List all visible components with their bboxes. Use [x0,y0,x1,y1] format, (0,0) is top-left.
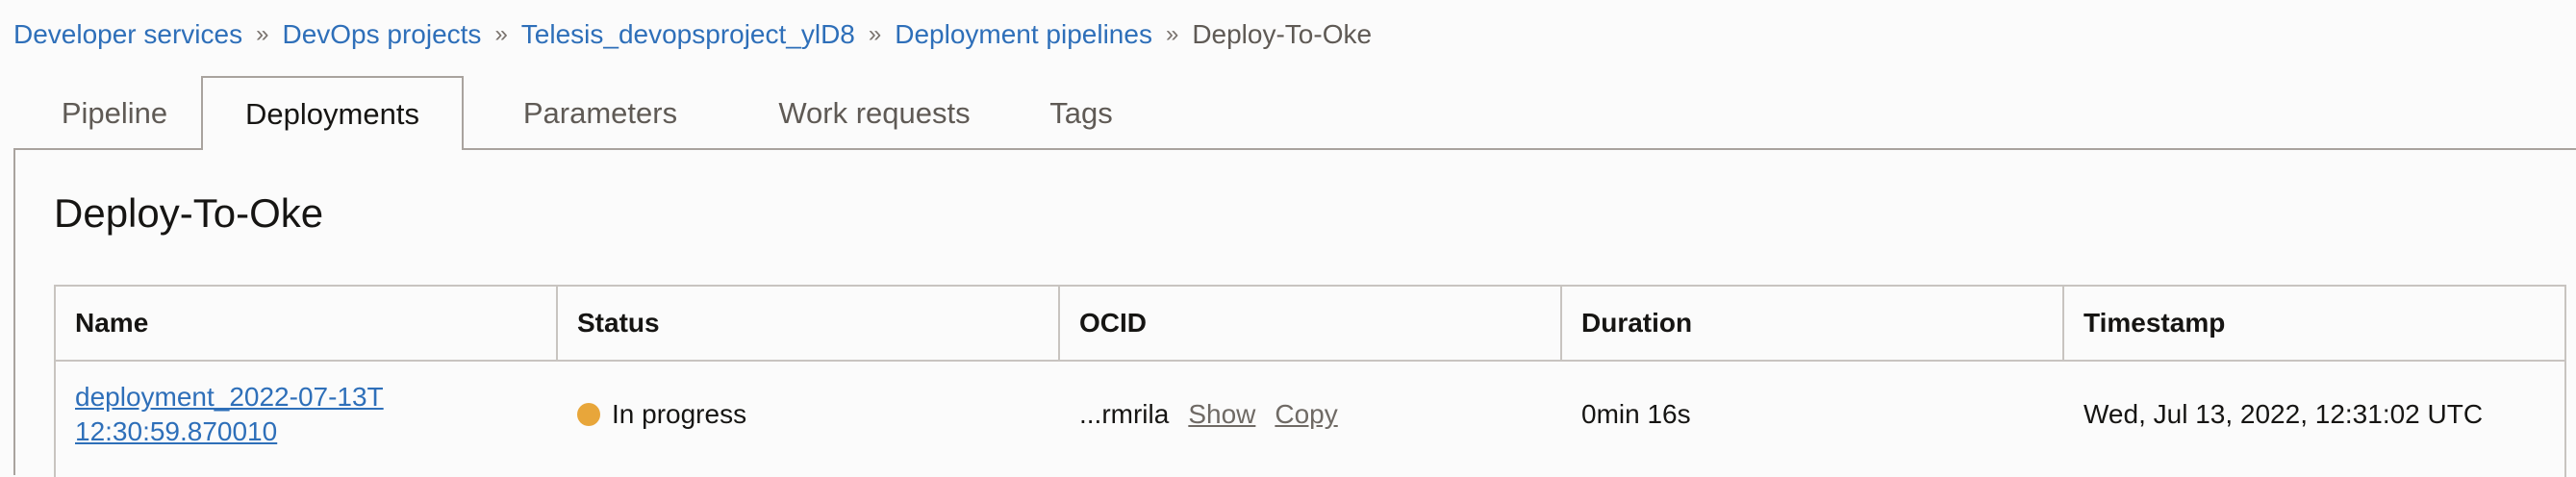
ocid-cell: ...rmrila Show Copy [1060,362,1562,467]
tab-tags[interactable]: Tags [1004,76,1158,150]
tab-bar: Pipeline Deployments Parameters Work req… [13,76,2576,150]
breadcrumb-separator: » [868,21,882,47]
duration-cell: 0min 16s [1581,399,1691,429]
breadcrumb-separator: » [256,21,269,47]
breadcrumb-developer-services[interactable]: Developer services [13,19,242,50]
ocid-copy-link[interactable]: Copy [1275,399,1337,430]
tab-pipeline[interactable]: Pipeline [33,76,196,150]
breadcrumb-deployment-pipelines[interactable]: Deployment pipelines [895,19,1152,50]
column-header-ocid: OCID [1060,287,1562,360]
column-header-timestamp: Timestamp [2084,308,2226,338]
breadcrumb-current: Deploy-To-Oke [1192,19,1373,49]
table-header-row: Name Status OCID Duration Timestamp [56,287,2564,362]
timestamp-cell: Wed, Jul 13, 2022, 12:31:02 UTC [2084,399,2484,429]
page-title: Deploy-To-Oke [54,190,324,236]
breadcrumb-project[interactable]: Telesis_devopsproject_ylD8 [521,19,855,50]
breadcrumb-separator: » [1165,21,1179,47]
breadcrumb-devops-projects[interactable]: DevOps projects [282,19,481,50]
ocid-show-link[interactable]: Show [1188,399,1255,430]
ocid-value: ...rmrila [1079,399,1170,429]
column-header-name: Name [56,287,558,360]
tab-parameters[interactable]: Parameters [485,76,716,150]
tab-work-requests[interactable]: Work requests [737,76,1012,150]
table-row: deployment_2022-07-13T12:30:59.870010 In… [56,362,2564,467]
column-header-status: Status [558,287,1060,360]
name-cell: deployment_2022-07-13T12:30:59.870010 [56,362,558,467]
column-header-duration: Duration [1562,287,2064,360]
breadcrumb: Developer services » DevOps projects » T… [13,17,1372,52]
breadcrumb-separator: » [494,21,508,47]
status-text: In progress [612,399,747,429]
deployment-link[interactable]: deployment_2022-07-13T12:30:59.870010 [75,380,392,449]
status-cell: In progress [558,362,1060,467]
tab-deployments[interactable]: Deployments [201,76,464,150]
status-in-progress-icon [577,403,600,426]
deployments-table: Name Status OCID Duration Timestamp depl… [54,285,2566,477]
